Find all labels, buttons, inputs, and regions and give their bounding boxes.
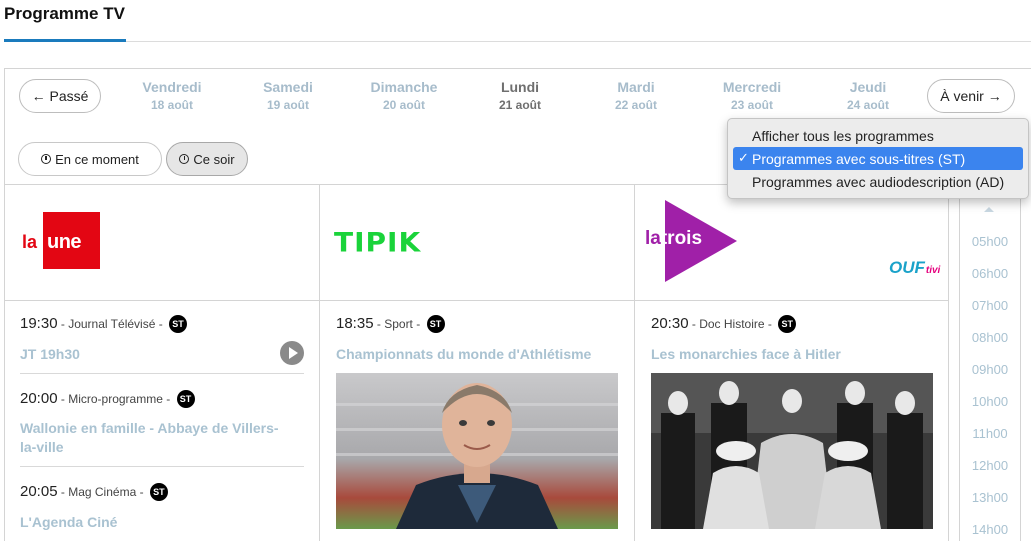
- tonight-filter-label: Ce soir: [193, 151, 235, 167]
- scroll-up-icon[interactable]: [984, 207, 994, 212]
- program-slot[interactable]: 20:00 - Micro-programme - ST Wallonie en…: [20, 390, 282, 457]
- day-date: 23 août: [730, 98, 773, 112]
- grid-divider: [4, 300, 949, 301]
- program-title[interactable]: Les monarchies face à Hitler: [651, 345, 941, 364]
- dropdown-option-all[interactable]: Afficher tous les programmes: [733, 124, 1023, 147]
- day-name: Mardi: [617, 79, 655, 95]
- timeline-hour[interactable]: 06h00: [960, 266, 1020, 281]
- subtitles-badge: ST: [169, 315, 188, 333]
- clock-icon: [179, 154, 190, 164]
- program-category: - Sport -: [373, 317, 424, 332]
- timeline-hour[interactable]: 08h00: [960, 330, 1020, 345]
- day-tab-thursday[interactable]: Jeudi 24 août: [823, 79, 913, 112]
- option-label: Programmes avec sous-titres (ST): [752, 150, 966, 167]
- clock-icon: [41, 154, 52, 164]
- play-icon[interactable]: [280, 341, 304, 365]
- next-button[interactable]: À venir →: [927, 79, 1015, 113]
- now-filter-button[interactable]: En ce moment: [18, 142, 162, 176]
- logo-prefix: la: [645, 228, 661, 249]
- logo-prefix: la: [22, 232, 38, 252]
- timeline-hour[interactable]: 11h00: [960, 426, 1020, 441]
- timeline-hour[interactable]: 12h00: [960, 458, 1020, 473]
- day-name: Dimanche: [370, 79, 438, 95]
- program-thumbnail-monarchies[interactable]: [651, 373, 933, 529]
- timeline-hour[interactable]: 09h00: [960, 362, 1020, 377]
- column-divider: [319, 184, 320, 541]
- program-slot[interactable]: 20:30 - Doc Histoire - ST Les monarchies…: [651, 315, 941, 364]
- timeline-hour[interactable]: 14h00: [960, 522, 1020, 537]
- dropdown-option-audiodescription[interactable]: Programmes avec audiodescription (AD): [733, 170, 1023, 193]
- day-date: 22 août: [614, 98, 657, 112]
- day-tab-saturday[interactable]: Samedi 19 août: [243, 79, 333, 112]
- program-time: 19:30: [20, 315, 58, 333]
- previous-button[interactable]: ← Passé: [19, 79, 101, 113]
- day-tab-tuesday[interactable]: Mardi 22 août: [591, 79, 681, 112]
- day-date: 19 août: [266, 98, 309, 112]
- program-thumbnail-athletics[interactable]: [336, 373, 618, 529]
- logo-name: OUF: [889, 258, 925, 277]
- channel-logo-tipik[interactable]: TIPIK: [334, 227, 421, 258]
- subtitles-badge: ST: [778, 315, 797, 333]
- program-filter-dropdown[interactable]: Afficher tous les programmes ✓ Programme…: [727, 118, 1029, 199]
- logo-name: une: [47, 231, 82, 253]
- timeline-hour[interactable]: 10h00: [960, 394, 1020, 409]
- day-name: Jeudi: [849, 79, 887, 95]
- dropdown-option-subtitles[interactable]: ✓ Programmes avec sous-titres (ST): [733, 147, 1023, 170]
- subtitles-badge: ST: [426, 315, 445, 333]
- tonight-filter-button[interactable]: Ce soir: [166, 142, 248, 176]
- program-time: 18:35: [336, 315, 374, 333]
- header-divider: [4, 41, 1031, 42]
- logo-name: trois: [660, 228, 703, 249]
- day-tab-friday[interactable]: Vendredi 18 août: [127, 79, 217, 112]
- day-name: Samedi: [263, 79, 313, 95]
- program-title[interactable]: Championnats du monde d'Athlétisme: [336, 345, 626, 364]
- program-title[interactable]: L'Agenda Ciné: [20, 513, 300, 532]
- program-time: 20:30: [651, 315, 689, 333]
- program-title[interactable]: JT 19h30: [20, 345, 300, 364]
- day-name: Mercredi: [722, 79, 782, 95]
- timeline-hour[interactable]: 05h00: [960, 234, 1020, 249]
- column-divider: [634, 184, 635, 541]
- program-slot[interactable]: 18:35 - Sport - ST Championnats du monde…: [336, 315, 626, 364]
- program-category: - Mag Cinéma -: [57, 485, 147, 500]
- channel-logo-ouftivi[interactable]: OUFtivi: [889, 258, 940, 278]
- day-tab-wednesday[interactable]: Mercredi 23 août: [707, 79, 797, 112]
- active-tab-underline: [4, 39, 126, 42]
- now-filter-label: En ce moment: [55, 151, 139, 167]
- program-separator: [20, 466, 304, 467]
- page-title: Programme TV: [4, 4, 125, 23]
- day-tab-monday[interactable]: Lundi 21 août: [475, 79, 565, 112]
- day-name: Vendredi: [142, 79, 202, 95]
- subtitles-badge: ST: [149, 483, 168, 501]
- channel-logo-la-une[interactable]: la une: [22, 212, 100, 269]
- option-label: Afficher tous les programmes: [752, 127, 934, 144]
- day-name: Lundi: [500, 79, 540, 95]
- channel-logo-la-trois[interactable]: latrois: [645, 200, 745, 282]
- day-date: 18 août: [150, 98, 193, 112]
- day-date: 24 août: [846, 98, 889, 112]
- day-date: 20 août: [382, 98, 425, 112]
- subtitles-badge: ST: [176, 390, 195, 408]
- day-tab-sunday[interactable]: Dimanche 20 août: [359, 79, 449, 112]
- program-slot[interactable]: 19:30 - Journal Télévisé - ST JT 19h30: [20, 315, 300, 364]
- program-category: - Micro-programme -: [57, 392, 174, 407]
- program-slot[interactable]: 20:05 - Mag Cinéma - ST L'Agenda Ciné: [20, 483, 300, 532]
- checkmark-icon: ✓: [738, 150, 749, 165]
- timeline-hour[interactable]: 13h00: [960, 490, 1020, 505]
- program-category: - Journal Télévisé -: [57, 317, 167, 332]
- option-label: Programmes avec audiodescription (AD): [752, 173, 1005, 190]
- program-separator: [20, 373, 304, 374]
- program-title[interactable]: Wallonie en famille - Abbaye de Villers-…: [20, 419, 282, 457]
- logo-suffix: tivi: [925, 265, 941, 276]
- day-date: 21 août: [498, 98, 541, 112]
- program-time: 20:00: [20, 390, 58, 408]
- column-divider: [948, 184, 949, 541]
- timeline-hour[interactable]: 07h00: [960, 298, 1020, 313]
- logo-text: latrois: [645, 228, 702, 250]
- program-time: 20:05: [20, 483, 58, 501]
- program-category: - Doc Histoire -: [688, 317, 776, 332]
